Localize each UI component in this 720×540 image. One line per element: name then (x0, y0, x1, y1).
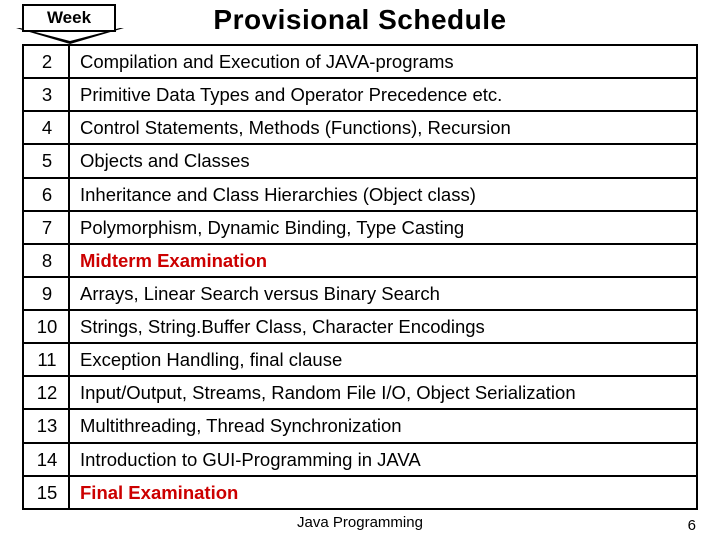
topic-cell: Inheritance and Class Hierarchies (Objec… (69, 178, 697, 211)
week-column-label: Week (22, 4, 116, 32)
table-row: 5Objects and Classes (23, 144, 697, 177)
topic-cell: Polymorphism, Dynamic Binding, Type Cast… (69, 211, 697, 244)
topic-cell: Input/Output, Streams, Random File I/O, … (69, 376, 697, 409)
week-number-cell: 14 (23, 443, 69, 476)
week-number-cell: 12 (23, 376, 69, 409)
topic-cell: Introduction to GUI-Programming in JAVA (69, 443, 697, 476)
week-number-cell: 15 (23, 476, 69, 509)
schedule-table: 2Compilation and Execution of JAVA-progr… (22, 44, 698, 510)
table-row: 4Control Statements, Methods (Functions)… (23, 111, 697, 144)
schedule-table-wrap: 2Compilation and Execution of JAVA-progr… (22, 44, 698, 510)
table-row: 12Input/Output, Streams, Random File I/O… (23, 376, 697, 409)
topic-cell: Control Statements, Methods (Functions),… (69, 111, 697, 144)
week-number-cell: 6 (23, 178, 69, 211)
week-number-cell: 2 (23, 45, 69, 78)
table-row: 10Strings, String.Buffer Class, Characte… (23, 310, 697, 343)
week-number-cell: 9 (23, 277, 69, 310)
week-number-cell: 5 (23, 144, 69, 177)
table-row: 9Arrays, Linear Search versus Binary Sea… (23, 277, 697, 310)
week-number-cell: 7 (23, 211, 69, 244)
table-row: 15Final Examination (23, 476, 697, 509)
table-row: 6Inheritance and Class Hierarchies (Obje… (23, 178, 697, 211)
topic-cell: Objects and Classes (69, 144, 697, 177)
header: Week Provisional Schedule (0, 0, 720, 44)
footer-course-name: Java Programming (0, 514, 720, 531)
footer-page-number: 6 (688, 517, 696, 534)
topic-cell: Final Examination (69, 476, 697, 509)
table-row: 8Midterm Examination (23, 244, 697, 277)
topic-cell: Primitive Data Types and Operator Preced… (69, 78, 697, 111)
table-row: 3Primitive Data Types and Operator Prece… (23, 78, 697, 111)
topic-cell: Midterm Examination (69, 244, 697, 277)
week-number-cell: 4 (23, 111, 69, 144)
table-row: 2Compilation and Execution of JAVA-progr… (23, 45, 697, 78)
week-number-cell: 8 (23, 244, 69, 277)
week-number-cell: 3 (23, 78, 69, 111)
table-row: 13Multithreading, Thread Synchronization (23, 409, 697, 442)
topic-cell: Exception Handling, final clause (69, 343, 697, 376)
table-row: 14Introduction to GUI-Programming in JAV… (23, 443, 697, 476)
footer: Java Programming 6 (0, 514, 720, 534)
topic-cell: Arrays, Linear Search versus Binary Sear… (69, 277, 697, 310)
table-row: 11Exception Handling, final clause (23, 343, 697, 376)
week-number-cell: 13 (23, 409, 69, 442)
topic-cell: Strings, String.Buffer Class, Character … (69, 310, 697, 343)
topic-cell: Multithreading, Thread Synchronization (69, 409, 697, 442)
week-number-cell: 11 (23, 343, 69, 376)
table-row: 7Polymorphism, Dynamic Binding, Type Cas… (23, 211, 697, 244)
topic-cell: Compilation and Execution of JAVA-progra… (69, 45, 697, 78)
week-number-cell: 10 (23, 310, 69, 343)
